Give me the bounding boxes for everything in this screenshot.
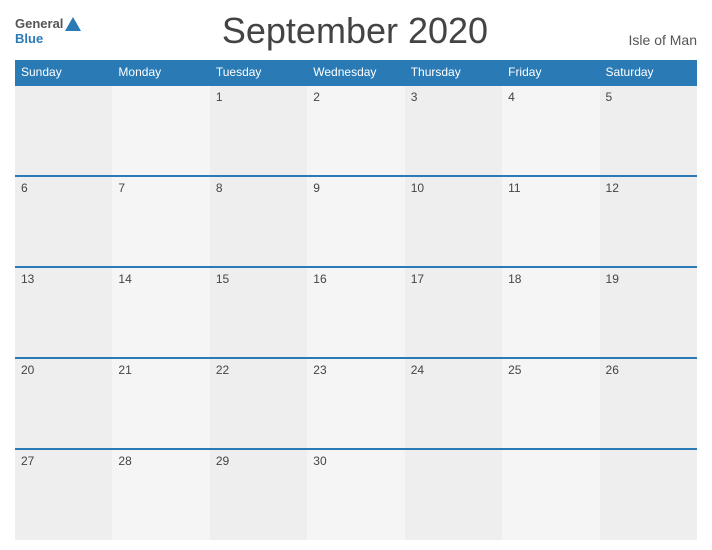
calendar-day-cell: 18 [502,267,599,358]
calendar-week-row: 27 28 29 30 [15,449,697,540]
calendar-day-cell: 16 [307,267,404,358]
calendar-body: 1234567891011121314151617181920212223242… [15,85,697,540]
calendar-day-cell: 10 [405,176,502,267]
day-number: 21 [118,363,203,377]
calendar-day-cell: 5 [600,85,697,176]
calendar-day-cell: 12 [600,176,697,267]
day-number: 3 [411,90,496,104]
calendar-day-cell: 19 [600,267,697,358]
calendar-day-cell: 23 [307,358,404,449]
calendar-week-row: 13 14 15 16 17 18 19 [15,267,697,358]
calendar-day-cell: 20 [15,358,112,449]
day-number: 6 [21,181,106,195]
calendar-title: September 2020 [81,10,628,52]
calendar-day-cell: 21 [112,358,209,449]
calendar-week-row: 6789 10 11 12 [15,176,697,267]
calendar-day-cell: 17 [405,267,502,358]
day-number: 26 [606,363,691,377]
day-number: 7 [118,181,203,195]
day-number: 28 [118,454,203,468]
day-number: 9 [313,181,398,195]
calendar-day-cell: 26 [600,358,697,449]
day-number: 2 [313,90,398,104]
calendar-day-cell: 29 [210,449,307,540]
calendar-day-cell: 14 [112,267,209,358]
calendar-day-cell: 9 [307,176,404,267]
day-number: 15 [216,272,301,286]
calendar-week-row: 20 21 22 23 24 25 26 [15,358,697,449]
day-number: 17 [411,272,496,286]
calendar-day-cell [405,449,502,540]
header-friday: Friday [502,60,599,85]
day-number: 25 [508,363,593,377]
calendar-day-cell: 22 [210,358,307,449]
day-number: 1 [216,90,301,104]
calendar-day-cell: 4 [502,85,599,176]
day-number: 5 [606,90,691,104]
logo-triangle-icon [65,17,81,31]
calendar-day-cell: 8 [210,176,307,267]
calendar-day-cell [15,85,112,176]
region-label: Isle of Man [629,32,697,52]
calendar-header: General Blue September 2020 Isle of Man [15,10,697,52]
header-thursday: Thursday [405,60,502,85]
day-number: 19 [606,272,691,286]
header-saturday: Saturday [600,60,697,85]
weekday-header-row: Sunday Monday Tuesday Wednesday Thursday… [15,60,697,85]
day-number: 30 [313,454,398,468]
day-number: 16 [313,272,398,286]
day-number: 18 [508,272,593,286]
logo-blue-text: Blue [15,31,43,46]
calendar-day-cell: 11 [502,176,599,267]
logo: General Blue [15,16,81,46]
day-number: 27 [21,454,106,468]
header-wednesday: Wednesday [307,60,404,85]
calendar-table: Sunday Monday Tuesday Wednesday Thursday… [15,60,697,540]
header-monday: Monday [112,60,209,85]
calendar-day-cell [112,85,209,176]
calendar-day-cell: 25 [502,358,599,449]
calendar-day-cell: 2 [307,85,404,176]
calendar-day-cell: 13 [15,267,112,358]
calendar-day-cell [600,449,697,540]
calendar-day-cell: 30 [307,449,404,540]
calendar-day-cell: 7 [112,176,209,267]
day-number: 8 [216,181,301,195]
day-number: 10 [411,181,496,195]
calendar-day-cell: 24 [405,358,502,449]
day-number: 11 [508,181,593,195]
day-number: 4 [508,90,593,104]
day-number: 12 [606,181,691,195]
calendar-day-cell: 27 [15,449,112,540]
header-tuesday: Tuesday [210,60,307,85]
calendar-day-cell: 3 [405,85,502,176]
calendar-day-cell: 6 [15,176,112,267]
day-number: 20 [21,363,106,377]
day-number: 24 [411,363,496,377]
day-number: 29 [216,454,301,468]
calendar-week-row: 12345 [15,85,697,176]
day-number: 22 [216,363,301,377]
day-number: 13 [21,272,106,286]
logo-general-text: General [15,16,63,31]
day-number: 23 [313,363,398,377]
calendar-container: General Blue September 2020 Isle of Man … [0,0,712,550]
day-number: 14 [118,272,203,286]
calendar-day-cell: 28 [112,449,209,540]
calendar-day-cell [502,449,599,540]
calendar-day-cell: 15 [210,267,307,358]
calendar-day-cell: 1 [210,85,307,176]
header-sunday: Sunday [15,60,112,85]
